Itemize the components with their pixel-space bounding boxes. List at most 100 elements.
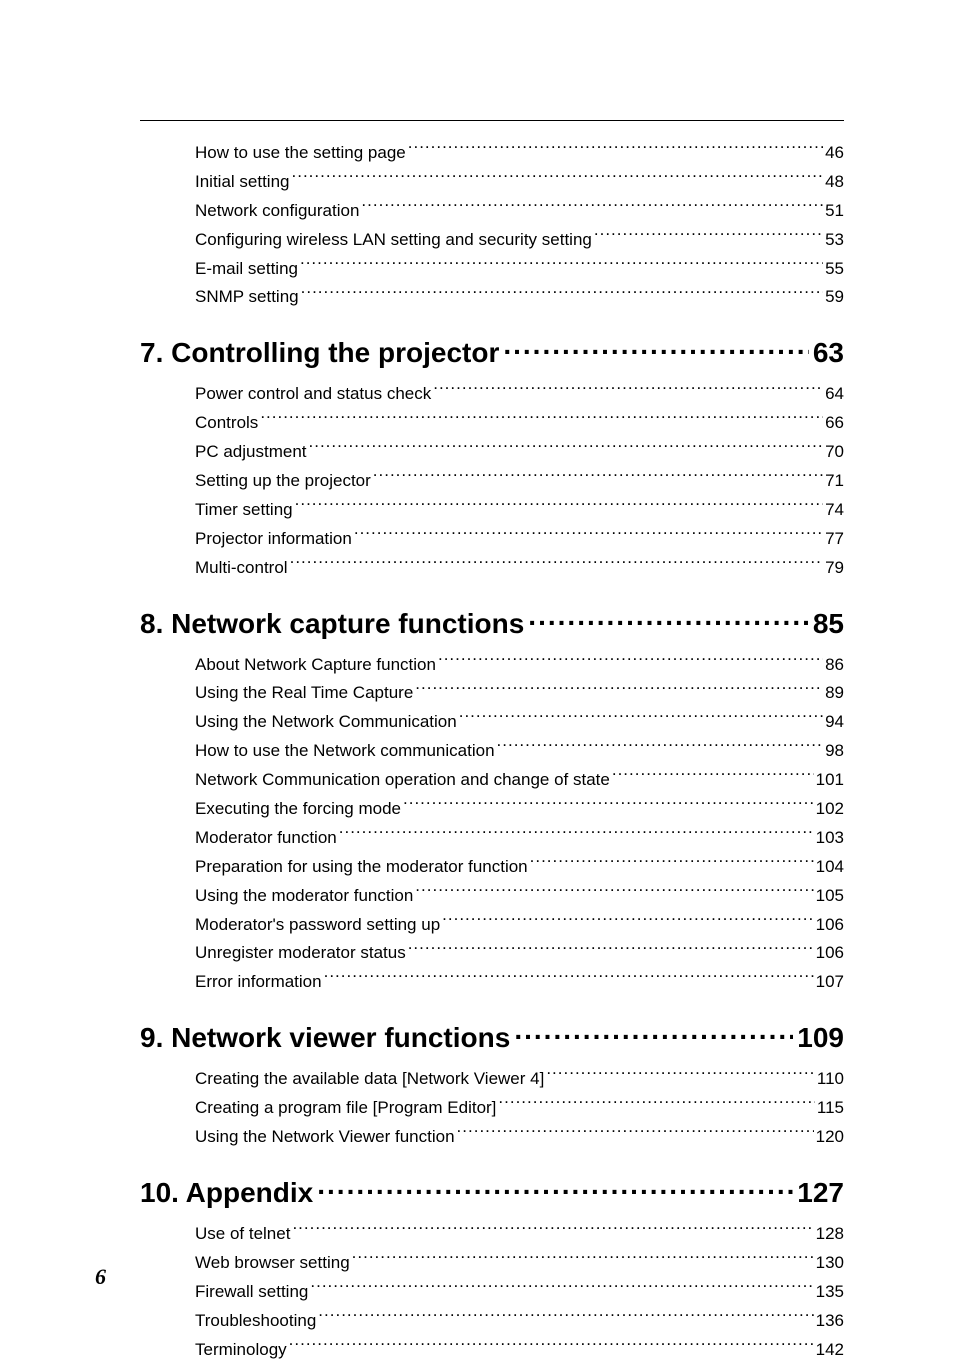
toc-sub-title: Preparation for using the moderator func… [195, 853, 528, 882]
toc-sub-entry: Setting up the projector71 [195, 467, 844, 496]
toc-sub-page: 74 [825, 496, 844, 525]
toc-sub-page: 79 [825, 554, 844, 583]
toc-sub-title: Configuring wireless LAN setting and sec… [195, 226, 592, 255]
toc-sub-entry: Moderator's password setting up 106 [195, 911, 844, 940]
toc-leader-dots [290, 556, 823, 573]
toc-sub-entry: Using the moderator function105 [195, 882, 844, 911]
toc-leader-dots [317, 1174, 793, 1202]
toc-sub-page: 103 [816, 824, 844, 853]
toc-sub-entry: PC adjustment70 [195, 438, 844, 467]
toc-sub-title: Firewall setting [195, 1278, 308, 1307]
toc-sub-page: 104 [816, 853, 844, 882]
toc-leader-dots [442, 913, 813, 930]
toc-sub-title: Timer setting [195, 496, 293, 525]
toc-leader-dots [309, 440, 824, 457]
toc-sub-title: How to use the Network communication [195, 737, 495, 766]
toc-sub-entry: Moderator function103 [195, 824, 844, 853]
toc-chapter-page: 127 [797, 1175, 844, 1210]
toc-sub-page: 128 [816, 1220, 844, 1249]
toc-sub-title: Controls [195, 409, 258, 438]
toc-leader-dots [361, 199, 823, 216]
toc-chapter-page: 85 [813, 606, 844, 641]
toc-sub-entry: Using the Real Time Capture 89 [195, 679, 844, 708]
toc-leader-dots [310, 1280, 813, 1297]
toc-sub-entry: Use of telnet128 [195, 1220, 844, 1249]
toc-sub-entry: Initial setting48 [195, 168, 844, 197]
toc-sub-title: Using the Real Time Capture [195, 679, 413, 708]
toc-leader-dots [594, 228, 823, 245]
toc-sub-page: 94 [825, 708, 844, 737]
toc-leader-dots [260, 411, 823, 428]
toc-leader-dots [612, 768, 814, 785]
table-of-contents: How to use the setting page 46Initial set… [140, 139, 844, 1364]
toc-leader-dots [528, 605, 809, 633]
toc-sub-title: Using the moderator function [195, 882, 413, 911]
toc-sub-title: Setting up the projector [195, 467, 371, 496]
toc-leader-dots [301, 285, 823, 302]
toc-sub-entry: Controls66 [195, 409, 844, 438]
toc-chapter: 10. Appendix127 [140, 1174, 844, 1210]
toc-chapter: 7. Controlling the projector63 [140, 334, 844, 370]
toc-sub-entry: Power control and status check 64 [195, 380, 844, 409]
toc-sub-title: SNMP setting [195, 283, 299, 312]
toc-sub-entry: About Network Capture function86 [195, 651, 844, 680]
toc-leader-dots [292, 170, 824, 187]
toc-leader-dots [352, 1251, 814, 1268]
toc-sub-page: 46 [825, 139, 844, 168]
toc-sub-page: 136 [816, 1307, 844, 1336]
toc-leader-dots [295, 498, 823, 515]
toc-chapter-title: 9. Network viewer functions [140, 1020, 510, 1055]
toc-leader-dots [339, 826, 814, 843]
toc-sub-title: Projector information [195, 525, 352, 554]
toc-sub-entry: Firewall setting 135 [195, 1278, 844, 1307]
toc-leader-dots [459, 710, 823, 727]
toc-sub-page: 101 [816, 766, 844, 795]
toc-leader-dots [324, 970, 814, 987]
toc-sub-title: Moderator's password setting up [195, 911, 440, 940]
toc-sub-entry: Creating a program file [Program Editor]… [195, 1094, 844, 1123]
toc-sub-title: PC adjustment [195, 438, 307, 467]
toc-sub-title: About Network Capture function [195, 651, 436, 680]
toc-leader-dots [514, 1019, 793, 1047]
toc-sub-page: 48 [825, 168, 844, 197]
toc-sub-page: 106 [816, 939, 844, 968]
toc-sub-entry: Unregister moderator status106 [195, 939, 844, 968]
toc-sub-page: 130 [816, 1249, 844, 1278]
toc-leader-dots [408, 941, 814, 958]
toc-sub-title: E-mail setting [195, 255, 298, 284]
toc-sub-page: 53 [825, 226, 844, 255]
toc-leader-dots [497, 739, 824, 756]
top-rule [140, 120, 844, 121]
toc-sub-title: Executing the forcing mode [195, 795, 401, 824]
toc-leader-dots [373, 469, 823, 486]
toc-leader-dots [503, 334, 809, 362]
toc-sub-title: Using the Network Communication [195, 708, 457, 737]
toc-sub-entry: Projector information77 [195, 525, 844, 554]
toc-sub-page: 102 [816, 795, 844, 824]
toc-sub-title: Power control and status check [195, 380, 431, 409]
toc-leader-dots [457, 1125, 814, 1142]
toc-chapter: 9. Network viewer functions109 [140, 1019, 844, 1055]
toc-sub-page: 64 [825, 380, 844, 409]
toc-sub-entry: Configuring wireless LAN setting and sec… [195, 226, 844, 255]
toc-leader-dots [300, 257, 823, 274]
toc-sub-entry: Timer setting 74 [195, 496, 844, 525]
toc-sub-entry: How to use the Network communication 98 [195, 737, 844, 766]
toc-leader-dots [415, 884, 813, 901]
toc-sub-entry: Network Communication operation and chan… [195, 766, 844, 795]
toc-sub-page: 106 [816, 911, 844, 940]
toc-leader-dots [530, 855, 814, 872]
toc-sub-page: 115 [817, 1094, 844, 1123]
toc-sub-entry: Multi-control79 [195, 554, 844, 583]
toc-leader-dots [498, 1096, 814, 1113]
toc-sub-title: Creating the available data [Network Vie… [195, 1065, 544, 1094]
toc-leader-dots [408, 141, 823, 158]
toc-leader-dots [292, 1222, 813, 1239]
toc-sub-title: How to use the setting page [195, 139, 406, 168]
toc-leader-dots [546, 1067, 815, 1084]
toc-sub-page: 135 [816, 1278, 844, 1307]
toc-sub-entry: Preparation for using the moderator func… [195, 853, 844, 882]
toc-sub-page: 98 [825, 737, 844, 766]
toc-sub-page: 89 [825, 679, 844, 708]
toc-sub-entry: Network configuration51 [195, 197, 844, 226]
